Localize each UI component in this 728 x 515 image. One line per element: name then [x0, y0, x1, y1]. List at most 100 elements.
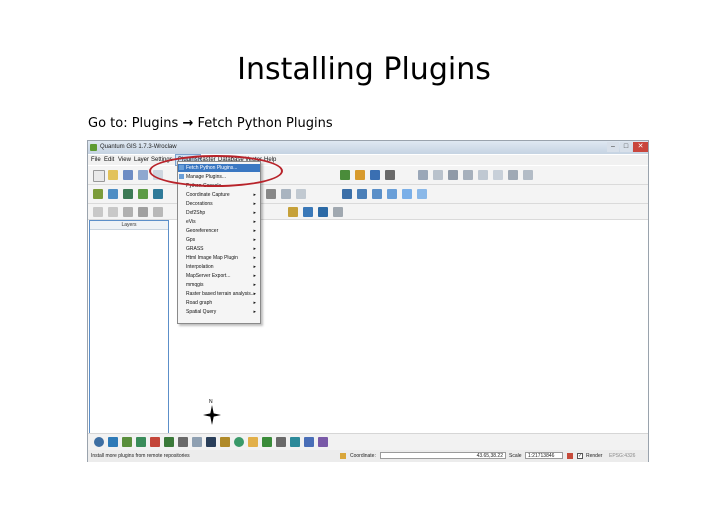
text-annotation-icon[interactable]	[333, 207, 343, 217]
add-spatialite-icon[interactable]	[138, 189, 148, 199]
plugin-toolbar-icon[interactable]	[150, 437, 160, 447]
refresh-icon[interactable]	[417, 189, 427, 199]
menu-item-html-image-map[interactable]: Html Image Map Plugin ▸	[178, 254, 260, 262]
save-project-icon[interactable]	[123, 170, 133, 180]
remove-layer-icon[interactable]	[281, 189, 291, 199]
coordinate-toggle-icon[interactable]	[340, 453, 346, 459]
submenu-arrow-icon: ▸	[253, 228, 256, 234]
submenu-arrow-icon: ▸	[253, 201, 256, 207]
plugin-toolbar-icon[interactable]	[164, 437, 174, 447]
node-tool-icon[interactable]	[433, 170, 443, 180]
plugin-toolbar-icon[interactable]	[304, 437, 314, 447]
close-button[interactable]: ✕	[633, 142, 648, 152]
split-features-icon[interactable]	[493, 170, 503, 180]
zoom-native-icon[interactable]	[138, 207, 148, 217]
map-tips-icon[interactable]	[303, 207, 313, 217]
submenu-arrow-icon: ▸	[253, 291, 256, 297]
zoom-next-icon[interactable]	[402, 189, 412, 199]
measure-icon[interactable]	[385, 170, 395, 180]
rotate-point-icon[interactable]	[523, 170, 533, 180]
plugin-toolbar-icon[interactable]	[290, 437, 300, 447]
crs-status[interactable]: EPSG:4326	[609, 450, 635, 462]
plugin-toolbar-icon[interactable]	[318, 437, 328, 447]
coordinate-field[interactable]: 43.65,38.22	[380, 452, 506, 459]
add-raster-icon[interactable]	[108, 189, 118, 199]
menu-item-coordinate-capture[interactable]: Coordinate Capture ▸	[178, 191, 260, 199]
menu-item-dxf2shp[interactable]: Dxf2Shp ▸	[178, 209, 260, 217]
status-bar: Install more plugins from remote reposit…	[88, 450, 648, 462]
layers-panel[interactable]: Layers	[89, 220, 169, 439]
minimize-button[interactable]: –	[607, 142, 619, 152]
redo-icon[interactable]	[108, 207, 118, 217]
plugins-toolbar	[88, 433, 648, 450]
zoom-full-icon[interactable]	[342, 189, 352, 199]
plugin-toolbar-icon[interactable]	[122, 437, 132, 447]
submenu-arrow-icon: ▸	[253, 309, 256, 315]
submenu-arrow-icon: ▸	[253, 246, 256, 252]
submenu-arrow-icon: ▸	[253, 192, 256, 198]
plugin-toolbar-icon[interactable]	[108, 437, 118, 447]
add-vector-icon[interactable]	[93, 189, 103, 199]
new-vector-icon[interactable]	[266, 189, 276, 199]
zoom-selection-icon[interactable]	[357, 189, 367, 199]
plugin-toolbar-icon[interactable]	[248, 437, 258, 447]
north-label: N	[209, 399, 213, 405]
arrow-icon: →	[182, 116, 194, 131]
north-arrow-icon: N	[202, 397, 222, 427]
menu-view[interactable]: View	[118, 155, 131, 165]
new-project-icon[interactable]	[93, 170, 105, 182]
pan-map-icon[interactable]	[340, 170, 350, 180]
tile-icon[interactable]	[153, 207, 163, 217]
plugin-toolbar-icon[interactable]	[136, 437, 146, 447]
zoom-out-icon[interactable]	[123, 207, 133, 217]
plugin-toolbar-icon[interactable]	[178, 437, 188, 447]
instruction-prefix: Go to: Plugins	[88, 116, 179, 131]
annotation-icon[interactable]	[288, 207, 298, 217]
menu-item-raster-terrain[interactable]: Raster based terrain analysis... ▸	[178, 290, 260, 298]
scale-field[interactable]: 1:21713846	[525, 452, 563, 459]
menu-item-georeferencer[interactable]: Georeferencer ▸	[178, 227, 260, 235]
submenu-arrow-icon: ▸	[253, 300, 256, 306]
open-project-icon[interactable]	[108, 170, 118, 180]
stop-render-icon[interactable]	[567, 453, 573, 459]
delete-part-icon[interactable]	[478, 170, 488, 180]
digitize-toolbar	[88, 204, 648, 220]
undo-icon[interactable]	[93, 207, 103, 217]
add-ring-icon[interactable]	[463, 170, 473, 180]
plugin-toolbar-icon[interactable]	[192, 437, 202, 447]
menu-item-mapserver-export[interactable]: MapServer Export... ▸	[178, 272, 260, 280]
add-wms-icon[interactable]	[153, 189, 163, 199]
zoom-in-icon[interactable]	[355, 170, 365, 180]
maximize-button[interactable]: □	[620, 142, 632, 152]
edit-pencil-icon[interactable]	[418, 170, 428, 180]
menu-layer[interactable]: Layer	[134, 155, 149, 165]
plugin-toolbar-icon[interactable]	[94, 437, 104, 447]
menu-item-gps[interactable]: Gps ▸	[178, 236, 260, 244]
zoom-last-icon[interactable]	[387, 189, 397, 199]
plugin-toolbar-icon[interactable]	[234, 437, 244, 447]
render-checkbox[interactable]: ✓	[577, 453, 583, 459]
bookmark-icon[interactable]	[318, 207, 328, 217]
plugin-toolbar-icon[interactable]	[276, 437, 286, 447]
menu-edit[interactable]: Edit	[104, 155, 114, 165]
plugin-toolbar-icon[interactable]	[206, 437, 216, 447]
title-bar: Quantum GIS 1.7.3-Wroclaw – □ ✕	[88, 141, 648, 154]
identify-icon[interactable]	[370, 170, 380, 180]
save-as-icon[interactable]	[138, 170, 148, 180]
merge-features-icon[interactable]	[508, 170, 518, 180]
menu-item-road-graph[interactable]: Road graph ▸	[178, 299, 260, 307]
layers-toolbar	[88, 185, 648, 204]
menu-item-grass[interactable]: GRASS ▸	[178, 245, 260, 253]
menu-item-mmqgis[interactable]: mmqgis ▸	[178, 281, 260, 289]
plugin-toolbar-icon[interactable]	[262, 437, 272, 447]
menu-item-spatial-query[interactable]: Spatial Query ▸	[178, 308, 260, 316]
move-feature-icon[interactable]	[448, 170, 458, 180]
menu-item-decorations[interactable]: Decorations ▸	[178, 200, 260, 208]
overview-icon[interactable]	[296, 189, 306, 199]
menu-item-interpolation[interactable]: Interpolation ▸	[178, 263, 260, 271]
plugin-toolbar-icon[interactable]	[220, 437, 230, 447]
zoom-layer-icon[interactable]	[372, 189, 382, 199]
menu-file[interactable]: File	[91, 155, 101, 165]
menu-item-evis[interactable]: eVis ▸	[178, 218, 260, 226]
add-postgis-icon[interactable]	[123, 189, 133, 199]
